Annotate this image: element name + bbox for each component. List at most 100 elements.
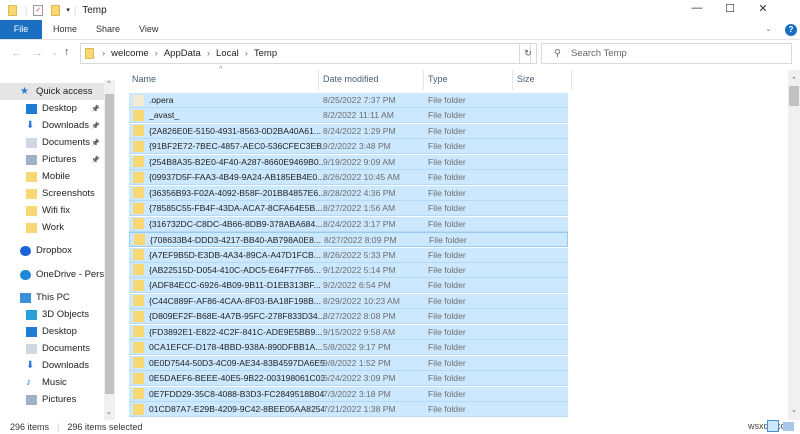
file-date: 6/24/2022 3:09 PM <box>323 373 396 384</box>
recent-locations-button[interactable]: ⌄ <box>52 49 58 57</box>
table-row[interactable]: {36356B93-F02A-4092-B58F-201BB4857E6... 8… <box>129 185 568 201</box>
table-row[interactable]: {316732DC-C8DC-4B66-8DB9-378ABA684... 8/2… <box>129 216 568 232</box>
large-icons-view-button[interactable] <box>783 422 794 431</box>
sidebar-item-label: Work <box>42 222 64 233</box>
address-bar[interactable]: › welcome › AppData › Local › Temp <box>80 43 531 64</box>
table-row[interactable]: {78585C55-FB4F-43DA-ACA7-8CFA64E5B... 8/2… <box>129 201 568 217</box>
sidebar-item-label: Downloads <box>42 360 89 371</box>
file-type: File folder <box>428 357 466 368</box>
sidebar-item-quick-access[interactable]: ★ Quick access <box>0 83 104 100</box>
refresh-button[interactable]: ↻ <box>519 43 537 64</box>
file-date: 7/21/2022 1:38 PM <box>323 404 396 414</box>
sidebar-item-screenshots[interactable]: Screenshots <box>0 185 104 202</box>
sidebar-item-documents[interactable]: Documents <box>0 340 104 357</box>
sidebar-item-3d-objects[interactable]: 3D Objects <box>0 306 104 323</box>
table-row[interactable]: .opera 8/25/2022 7:37 PM File folder <box>129 93 568 108</box>
sidebar-item-downloads[interactable]: ⬇ Downloads 📌 <box>0 117 104 134</box>
breadcrumb-temp[interactable]: Temp <box>254 48 277 59</box>
nav-scrollbar[interactable]: ⌃ ⌄ <box>104 80 115 420</box>
table-row[interactable]: 0E0D7544-50D3-4C09-AE34-83B4597DA6E5 9/8/… <box>129 355 568 371</box>
table-row[interactable]: {2A826E0E-5150-4931-8563-0D2BA40A61... 8/… <box>129 123 568 139</box>
help-icon[interactable]: ? <box>785 24 797 36</box>
table-row[interactable]: 0CA1EFCF-D178-4BBD-938A-890DFBB1A... 5/8/… <box>129 340 568 356</box>
breadcrumb-appdata[interactable]: AppData <box>164 48 201 59</box>
sidebar-item-label: Quick access <box>36 86 93 97</box>
sidebar-item-downloads[interactable]: ⬇ Downloads <box>0 357 104 374</box>
maximize-button[interactable]: ☐ <box>715 2 745 18</box>
folder-icon <box>85 48 94 59</box>
tab-view[interactable]: View <box>139 20 158 39</box>
sidebar-item-wifi-fix[interactable]: Wifi fix <box>0 202 104 219</box>
table-row[interactable]: 01CD87A7-E29B-4209-9C42-8BEE05AA8254 7/21… <box>129 402 568 417</box>
sidebar-item-work[interactable]: Work <box>0 219 104 236</box>
table-row[interactable]: {D809EF2F-B68E-4A7B-95FC-278F833D34... 8/… <box>129 309 568 325</box>
table-row[interactable]: 0E5DAEF6-BEEE-40E5-9B22-003198061C03 6/24… <box>129 371 568 387</box>
table-row[interactable]: {A7EF9B5D-E3DB-4A34-89CA-A47D1FCB... 8/26… <box>129 247 568 263</box>
up-button[interactable]: ↑ <box>64 46 70 58</box>
file-date: 9/12/2022 5:14 PM <box>323 264 396 275</box>
table-row[interactable]: {09937D5F-FAA3-4B49-9A24-AB185EB4E0... 8/… <box>129 170 568 186</box>
dropbox-icon <box>20 245 31 256</box>
window-title: Temp <box>82 4 107 16</box>
sidebar-item-label: Downloads <box>42 120 89 131</box>
file-date: 9/2/2022 6:54 PM <box>323 280 391 291</box>
pin-icon[interactable]: 📌 <box>91 105 100 113</box>
pin-icon[interactable]: 📌 <box>91 139 100 147</box>
folder-icon <box>133 140 144 152</box>
properties-icon[interactable]: ✓ <box>33 4 44 16</box>
sidebar-item-dropbox[interactable]: Dropbox <box>0 242 104 259</box>
customize-toolbar-icon[interactable]: ▾ <box>66 6 70 14</box>
file-name: {C44C889F-AF86-4CAA-8F03-BA18F198B... <box>149 295 321 306</box>
pin-icon[interactable]: 📌 <box>91 122 100 130</box>
new-folder-icon[interactable] <box>51 4 61 16</box>
sidebar-item-music[interactable]: ♪ Music <box>0 374 104 391</box>
sidebar-item-onedrive-person[interactable]: OneDrive - Person <box>0 266 104 283</box>
tab-share[interactable]: Share <box>96 20 120 39</box>
sidebar-item-this-pc[interactable]: This PC <box>0 289 104 306</box>
table-row[interactable]: {91BF2E72-7BEC-4857-AEC0-536CFEC3EB... 9/… <box>129 139 568 155</box>
file-date: 8/27/2022 1:56 AM <box>323 203 396 214</box>
file-name: 0E0D7544-50D3-4C09-AE34-83B4597DA6E5 <box>149 357 324 368</box>
file-type: File folder <box>428 311 466 322</box>
folder-icon <box>133 187 144 199</box>
table-row[interactable]: {ADF84ECC-6926-4B09-9B11-D1EB313BF... 9/2… <box>129 278 568 294</box>
sidebar-item-desktop[interactable]: Desktop 📌 <box>0 100 104 117</box>
column-header-type[interactable]: Type <box>428 70 448 88</box>
back-button[interactable]: ← <box>11 47 22 59</box>
column-header-date[interactable]: Date modified <box>323 70 379 88</box>
table-row[interactable]: {254B8A35-B2E0-4F40-A287-8660E9469B0... 9… <box>129 154 568 170</box>
table-row[interactable]: _avast_ 8/2/2022 11:11 AM File folder <box>129 108 568 124</box>
table-row[interactable]: {AB22515D-D054-410C-ADC5-E64F77F65... 9/1… <box>129 262 568 278</box>
tab-file[interactable]: File <box>0 20 42 39</box>
sidebar-item-label: Dropbox <box>36 245 72 256</box>
column-header-size[interactable]: Size <box>517 70 535 88</box>
file-date: 9/8/2022 1:52 PM <box>323 357 391 368</box>
pin-icon[interactable]: 📌 <box>91 156 100 164</box>
table-row[interactable]: {FD3892E1-E822-4C2F-841C-ADE9E5BB9... 9/1… <box>129 324 568 340</box>
close-button[interactable]: ✕ <box>748 2 778 18</box>
document-icon <box>26 137 37 148</box>
breadcrumb-local[interactable]: Local <box>216 48 239 59</box>
download-icon: ⬇ <box>26 359 35 371</box>
tab-home[interactable]: Home <box>53 20 77 39</box>
navigation-pane: ★ Quick access Desktop 📌 ⬇ Downloads 📌 Document… <box>0 80 104 420</box>
column-header-name[interactable]: Name <box>132 70 156 88</box>
file-list-scrollbar[interactable]: ⌃ ⌄ <box>788 70 800 420</box>
search-input[interactable]: ⚲ Search Temp <box>541 43 792 64</box>
file-date: 8/25/2022 7:37 PM <box>323 95 396 105</box>
details-view-button[interactable] <box>767 420 779 432</box>
table-row[interactable]: {708633B4-DDD3-4217-BB40-AB798A0E8... 8/2… <box>129 232 568 248</box>
expand-ribbon-icon[interactable]: ⌄ <box>765 24 772 33</box>
sidebar-item-pictures[interactable]: Pictures <box>0 391 104 408</box>
breadcrumb-welcome[interactable]: welcome <box>111 48 149 59</box>
forward-button[interactable]: → <box>32 47 43 59</box>
table-row[interactable]: {C44C889F-AF86-4CAA-8F03-BA18F198B... 8/2… <box>129 293 568 309</box>
sidebar-item-pictures[interactable]: Pictures 📌 <box>0 151 104 168</box>
minimize-button[interactable]: — <box>682 2 712 18</box>
sidebar-item-mobile[interactable]: Mobile <box>0 168 104 185</box>
scrollbar-thumb[interactable] <box>789 86 799 106</box>
sidebar-item-desktop[interactable]: Desktop <box>0 323 104 340</box>
sidebar-item-documents[interactable]: Documents 📌 <box>0 134 104 151</box>
table-row[interactable]: 0E7FDD29-35C8-4088-B3D3-FC2849518B04 7/3/… <box>129 386 568 402</box>
sidebar-item-label: Pictures <box>42 394 77 405</box>
